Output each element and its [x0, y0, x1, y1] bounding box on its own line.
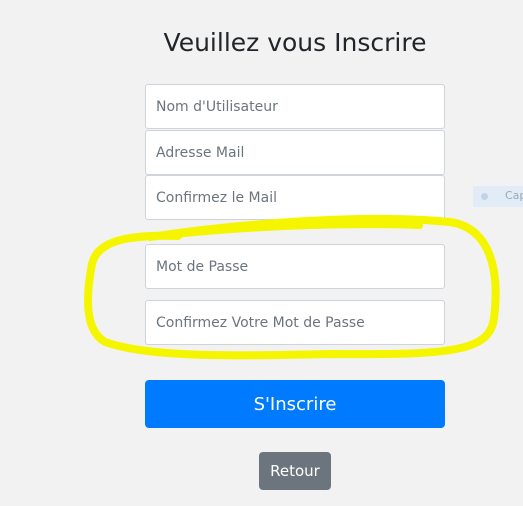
register-button[interactable]: S'Inscrire — [145, 380, 445, 428]
password-field[interactable] — [145, 244, 445, 289]
side-chip-label: Cap — [505, 189, 523, 202]
highlight-stroke-overlap — [117, 222, 423, 243]
username-field[interactable] — [145, 84, 445, 129]
email-field[interactable] — [145, 130, 445, 175]
confirm-password-field[interactable] — [145, 300, 445, 345]
side-chip: Cap — [473, 186, 523, 207]
radio-dot-icon — [481, 193, 488, 200]
back-button[interactable]: Retour — [259, 452, 331, 490]
confirm-email-field[interactable] — [145, 175, 445, 220]
page-title: Veuillez vous Inscrire — [163, 28, 427, 57]
